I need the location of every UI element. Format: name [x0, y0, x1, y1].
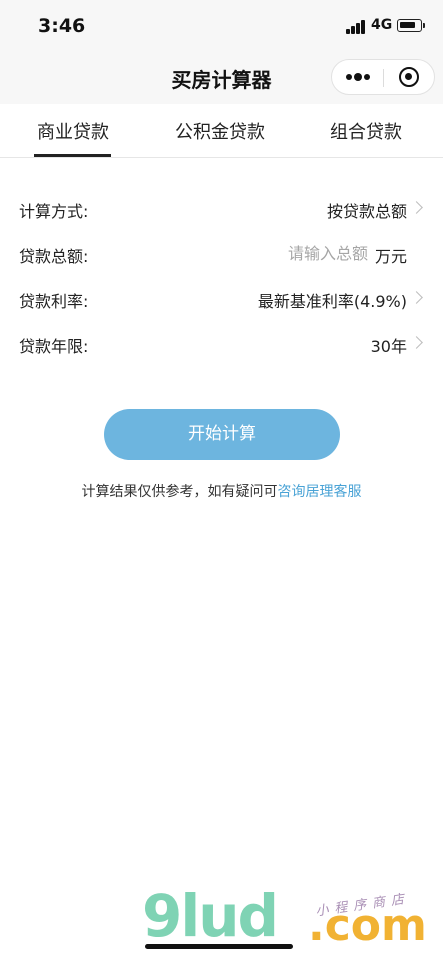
- battery-icon: [397, 19, 425, 32]
- disclaimer-note: 计算结果仅供参考，如有疑问可咨询居理客服: [0, 481, 443, 501]
- chevron-right-icon: [410, 291, 423, 304]
- home-indicator[interactable]: [145, 944, 293, 949]
- amount-row: 贷款总额: 万元: [0, 231, 443, 275]
- watermark-logo: 9lud: [142, 882, 279, 950]
- nav-bar: 买房计算器: [0, 54, 443, 104]
- chevron-right-icon: [410, 201, 423, 214]
- term-row[interactable]: 贷款年限: 30年: [0, 321, 443, 365]
- status-bar: 3:46 4G: [0, 0, 443, 54]
- watermark-domain: .com: [308, 900, 427, 951]
- customer-service-link[interactable]: 咨询居理客服: [278, 484, 362, 500]
- target-icon: [399, 67, 419, 87]
- rate-row[interactable]: 贷款利率: 最新基准利率(4.9%): [0, 276, 443, 320]
- method-label: 计算方式:: [19, 202, 89, 221]
- loan-amount-input[interactable]: [208, 241, 368, 265]
- chevron-right-icon: [410, 336, 423, 349]
- signal-icon: [346, 20, 366, 34]
- amount-label: 贷款总额:: [19, 247, 89, 266]
- more-dots-icon: [346, 74, 352, 80]
- miniprogram-capsule: [331, 59, 435, 95]
- start-calculation-button[interactable]: 开始计算: [104, 409, 340, 460]
- term-label: 贷款年限:: [19, 337, 89, 356]
- page: 3:46 4G 买房计算器 商业贷款 公积金贷款 组合贷款 计算方式: 按贷款总…: [0, 0, 443, 960]
- more-button[interactable]: [332, 60, 383, 94]
- term-value: 30年: [370, 337, 407, 356]
- method-row[interactable]: 计算方式: 按贷款总额: [0, 186, 443, 230]
- status-time: 3:46: [38, 15, 86, 37]
- more-dots-icon-right: [364, 74, 370, 80]
- tab-provident-fund-loan[interactable]: 公积金贷款: [175, 118, 265, 144]
- loan-type-tabs: 商业贷款 公积金贷款 组合贷款: [0, 104, 443, 158]
- rate-value: 最新基准利率(4.9%): [257, 292, 407, 311]
- amount-unit: 万元: [374, 247, 407, 266]
- active-tab-indicator: [34, 154, 111, 157]
- close-miniprogram-button[interactable]: [384, 60, 435, 94]
- tab-commercial-loan[interactable]: 商业贷款: [37, 118, 109, 144]
- method-value: 按贷款总额: [326, 202, 407, 221]
- more-dots-icon-center: [354, 73, 362, 81]
- network-type: 4G: [371, 17, 393, 33]
- rate-label: 贷款利率:: [19, 292, 89, 311]
- tab-combined-loan[interactable]: 组合贷款: [330, 118, 402, 144]
- disclaimer-text: 计算结果仅供参考，如有疑问可: [81, 484, 278, 500]
